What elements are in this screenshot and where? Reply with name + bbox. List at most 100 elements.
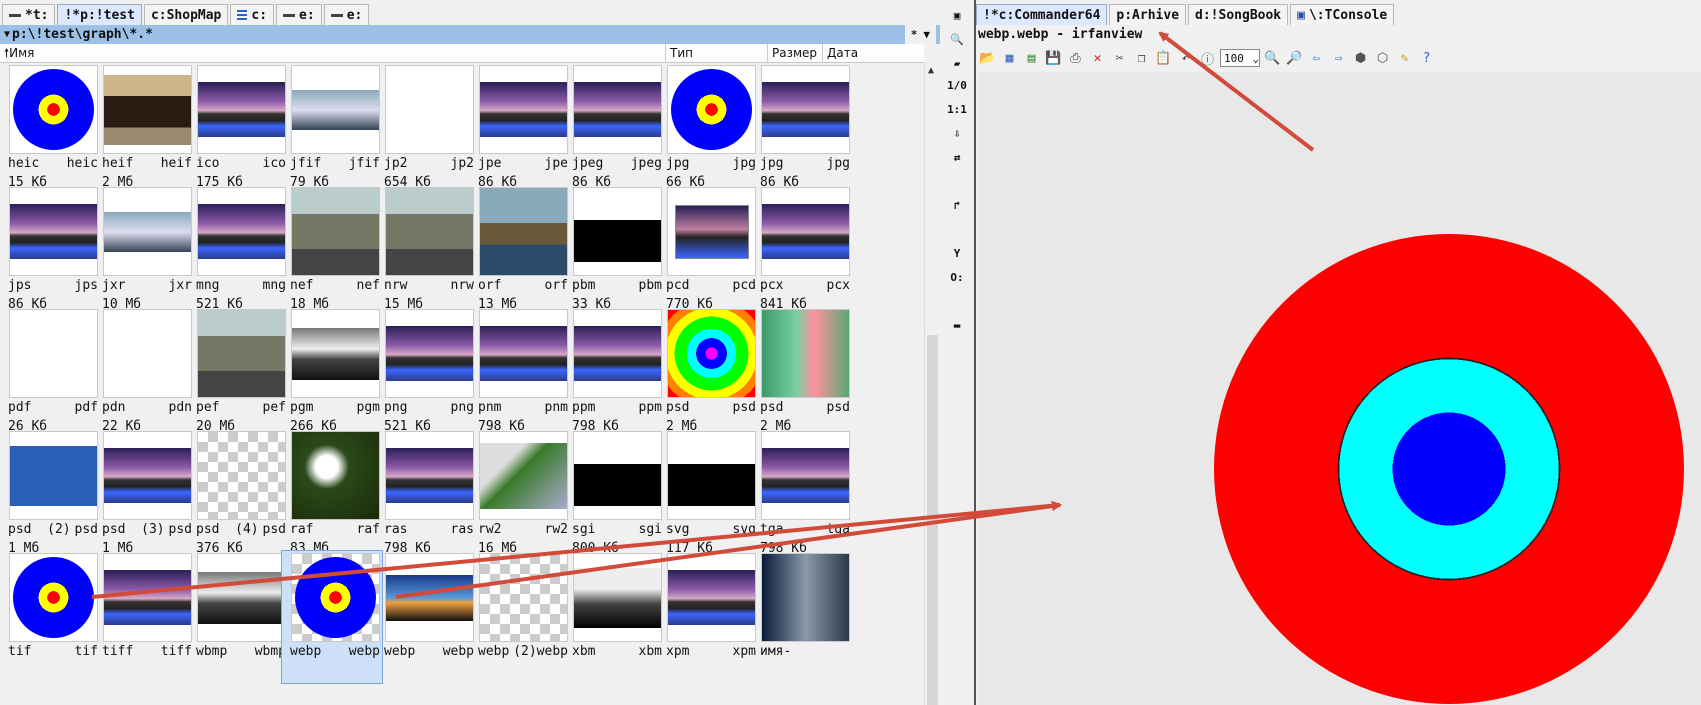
file-item[interactable]: pcd pcd 770 Кб	[658, 185, 758, 317]
filmstrip-icon[interactable]: ⬢	[1351, 49, 1370, 68]
right-tab-3[interactable]: ▣ \:TConsole	[1290, 4, 1395, 25]
scroll-up-icon[interactable]: ▲	[928, 65, 934, 76]
file-item[interactable]: jxr jxr 10 Мб	[94, 185, 194, 317]
viewer-icon[interactable]: ▣	[948, 6, 966, 24]
file-item[interactable]: jpe jpe 86 Кб	[470, 63, 570, 195]
swap-icon[interactable]: ⇄	[948, 148, 966, 166]
file-item[interactable]: jpeg jpeg 86 Кб	[564, 63, 664, 195]
file-item[interactable]: psd (4) psd 376 Кб	[188, 429, 288, 561]
right-tab-2[interactable]: d:!SongBook	[1188, 4, 1289, 25]
column-type[interactable]: Тип	[665, 44, 765, 62]
delete-icon[interactable]: ✕	[1088, 49, 1107, 68]
file-item[interactable]: webp webp	[281, 550, 383, 684]
file-item[interactable]: pgm pgm 266 Кб	[282, 307, 382, 439]
column-name[interactable]: 🠕Имя	[0, 44, 624, 62]
zoom-out-icon[interactable]: 🔎	[1285, 49, 1304, 68]
file-item[interactable]: pbm pbm 33 Кб	[564, 185, 664, 317]
file-item[interactable]: psd psd 2 Мб	[658, 307, 758, 439]
file-item[interactable]: jps jps 86 Кб	[0, 185, 100, 317]
chevron-down-icon[interactable]: ▼	[923, 28, 930, 41]
exit-icon[interactable]: ↱	[948, 196, 966, 214]
drive-tab-0[interactable]: *t:	[2, 4, 56, 25]
magnifier-icon[interactable]: 🔍	[948, 30, 966, 48]
file-item[interactable]: tiff tiff	[94, 551, 194, 683]
column-size[interactable]: Размер	[767, 44, 826, 62]
copy-icon[interactable]: ❐	[1132, 49, 1151, 68]
file-item[interactable]: webp webp	[376, 551, 476, 683]
file-item[interactable]: jfif jfif 79 Кб	[282, 63, 382, 195]
file-item[interactable]: xpm xpm	[658, 551, 758, 683]
drive-tab-4[interactable]: e:	[276, 4, 322, 25]
one-to-one-icon[interactable]: 1:1	[947, 100, 967, 118]
file-item[interactable]: tga tga 798 Кб	[752, 429, 852, 561]
left-tab-bar: *t: !*p:!test c:ShopMap c: e: e:	[0, 4, 370, 26]
file-item[interactable]: nrw nrw 15 Мб	[376, 185, 476, 317]
drive-tab-5[interactable]: e:	[323, 4, 370, 25]
circle-o-icon[interactable]: O:	[948, 268, 966, 286]
file-item[interactable]: mng mng 521 Кб	[188, 185, 288, 317]
file-item[interactable]: psd (2) psd 1 Мб	[0, 429, 100, 561]
filter-button[interactable]: *	[911, 28, 918, 41]
file-item[interactable]: ppm ppm 798 Кб	[564, 307, 664, 439]
file-item[interactable]: pdn pdn 22 Кб	[94, 307, 194, 439]
print-icon[interactable]: ⎙	[1066, 49, 1085, 68]
file-item[interactable]: pnm pnm 798 Кб	[470, 307, 570, 439]
paint-icon[interactable]: ✎	[1395, 49, 1414, 68]
paste-icon[interactable]: 📋	[1154, 49, 1173, 68]
file-item[interactable]: nef nef 18 Мб	[282, 185, 382, 317]
file-item[interactable]: tif tif	[0, 551, 100, 683]
thumbnail-image	[479, 187, 568, 276]
open-folder-icon[interactable]: 📂	[978, 49, 997, 68]
file-item[interactable]: jpg jpg 86 Кб	[752, 63, 852, 195]
prev-icon[interactable]: ⇦	[1307, 49, 1326, 68]
scrollbar-thumb[interactable]	[927, 335, 938, 705]
help-icon[interactable]: ?	[1417, 49, 1436, 68]
file-item[interactable]: xbm xbm	[564, 551, 664, 683]
file-item[interactable]: raf raf 83 Мб	[282, 429, 382, 561]
thumbnails-icon[interactable]: ▦	[1000, 49, 1019, 68]
cut-icon[interactable]: ✂	[1110, 49, 1129, 68]
file-item[interactable]: rw2 rw2 16 Мб	[470, 429, 570, 561]
path-history-icon[interactable]: ▼	[4, 29, 10, 40]
drive-tab-2[interactable]: c:ShopMap	[143, 4, 229, 25]
drive-tab-3[interactable]: c:	[230, 4, 275, 25]
right-tab-0[interactable]: !*c:Commander64	[976, 4, 1108, 25]
file-item[interactable]: heic heic 15 Кб	[0, 63, 100, 195]
file-item[interactable]: png png 521 Кб	[376, 307, 476, 439]
vertical-scrollbar[interactable]: ▲	[924, 63, 941, 705]
right-tab-1[interactable]: p:Arhive	[1109, 4, 1187, 25]
next-icon[interactable]: ⇨	[1329, 49, 1348, 68]
download-icon[interactable]: ⇩	[948, 124, 966, 142]
column-date[interactable]: Дата	[822, 44, 927, 62]
path-bar[interactable]: ▼ p:\!test\graph\*.* * ▼	[0, 25, 940, 44]
info-icon[interactable]: ⓘ	[1198, 49, 1217, 68]
file-item[interactable]: sgi sgi 800 Кб	[564, 429, 664, 561]
file-item[interactable]: pdf pdf 26 Кб	[0, 307, 100, 439]
file-item[interactable]: heif heif 2 Мб	[94, 63, 194, 195]
zoom-in-icon[interactable]: 🔍	[1263, 49, 1282, 68]
zoom-select[interactable]: 100 ⌄	[1220, 49, 1260, 67]
file-item[interactable]: psd psd 2 Мб	[752, 307, 852, 439]
effects-icon[interactable]: ⬡	[1373, 49, 1392, 68]
file-item[interactable]: svg svg 117 Кб	[658, 429, 758, 561]
drive-tab-1[interactable]: !*p:!test	[57, 4, 142, 25]
file-item[interactable]: ras ras 798 Кб	[376, 429, 476, 561]
file-item[interactable]: ico ico 175 Кб	[188, 63, 288, 195]
file-item[interactable]: orf orf 13 Мб	[470, 185, 570, 317]
undo-icon[interactable]: ↶	[1176, 49, 1195, 68]
image-canvas[interactable]	[978, 72, 1701, 705]
file-item[interactable]: pcx pcx 841 Кб	[752, 185, 852, 317]
file-item[interactable]: jp2 jp2 654 Кб	[376, 63, 476, 195]
file-item[interactable]: pef pef 20 Мб	[188, 307, 288, 439]
console-icon[interactable]: ▬	[948, 316, 966, 334]
slideshow-icon[interactable]: ▤	[1022, 49, 1041, 68]
file-item[interactable]: jpg jpg 66 Кб	[658, 63, 758, 195]
yandex-icon[interactable]: Y	[948, 244, 966, 262]
file-item[interactable]: wbmp wbmp	[188, 551, 288, 683]
file-item[interactable]: psd (3) psd 1 Мб	[94, 429, 194, 561]
eraser-icon[interactable]: ▰	[948, 54, 966, 72]
file-item[interactable]: webp (2)webp	[470, 551, 570, 683]
ratio-icon[interactable]: 1/0	[947, 76, 967, 94]
file-item[interactable]: имя-	[752, 551, 852, 683]
save-icon[interactable]: 💾	[1044, 49, 1063, 68]
